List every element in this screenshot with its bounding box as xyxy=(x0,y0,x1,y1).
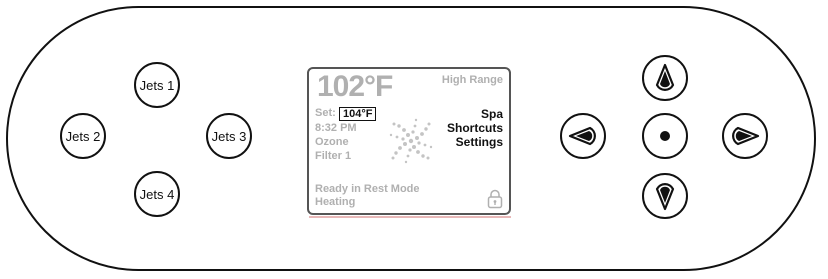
left-button[interactable] xyxy=(560,113,606,159)
set-label: Set: xyxy=(315,107,336,119)
jets-2-label: Jets 2 xyxy=(65,128,101,144)
down-button[interactable] xyxy=(642,173,688,219)
down-arrow-icon xyxy=(655,183,675,211)
clock-time: 8:32 PM xyxy=(315,122,357,134)
jets-4-label: Jets 4 xyxy=(139,186,175,202)
filter-status: Filter 1 xyxy=(315,150,352,162)
up-button[interactable] xyxy=(642,55,688,101)
up-arrow-icon xyxy=(655,63,675,91)
temperature-range: High Range xyxy=(441,74,503,86)
right-button[interactable] xyxy=(722,113,768,159)
select-dot-icon xyxy=(660,131,670,141)
jets-1-label: Jets 1 xyxy=(139,77,175,93)
jets-1-button[interactable]: Jets 1 xyxy=(134,62,180,108)
left-arrow-icon xyxy=(568,126,596,146)
menu-item-shortcuts[interactable]: Shortcuts xyxy=(447,121,503,135)
swirl-logo-icon xyxy=(389,118,433,164)
jets-3-button[interactable]: Jets 3 xyxy=(206,113,252,159)
status-line-heating: Heating xyxy=(315,196,356,208)
screen-underline xyxy=(309,216,511,218)
display-screen: 102°F High Range Set: 104°F 8:32 PM Ozon… xyxy=(307,67,511,215)
lock-icon xyxy=(487,189,503,209)
jets-2-button[interactable]: Jets 2 xyxy=(60,113,106,159)
status-line-rest-mode: Ready in Rest Mode xyxy=(315,183,420,195)
select-button[interactable] xyxy=(642,113,688,159)
menu-item-settings[interactable]: Settings xyxy=(456,135,503,149)
ozone-status: Ozone xyxy=(315,136,349,148)
set-temperature: 104°F xyxy=(339,107,377,121)
jets-4-button[interactable]: Jets 4 xyxy=(134,171,180,217)
right-arrow-icon xyxy=(732,126,760,146)
menu-item-spa[interactable]: Spa xyxy=(481,107,503,121)
current-temperature: 102°F xyxy=(317,70,393,103)
jets-3-label: Jets 3 xyxy=(211,128,247,144)
